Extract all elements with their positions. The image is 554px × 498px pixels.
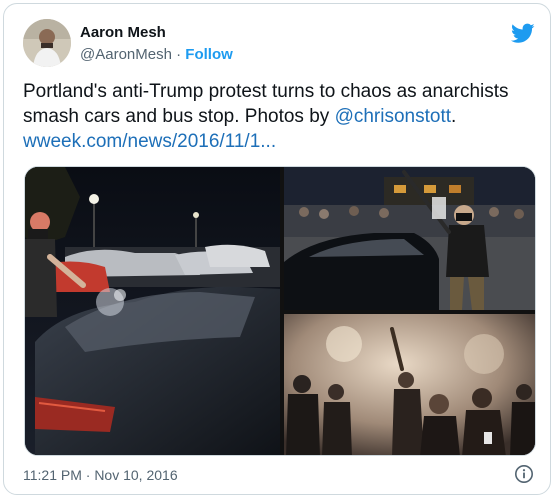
photo-car-smash[interactable] (25, 167, 280, 455)
info-icon[interactable] (514, 464, 534, 484)
avatar[interactable] (23, 19, 71, 67)
separator: · (176, 46, 182, 63)
twitter-bird-icon[interactable] (510, 21, 535, 45)
follow-button[interactable]: Follow (185, 46, 233, 63)
handle-row: @AaronMesh · Follow (80, 46, 233, 63)
tweet-text: Portland's anti-Trump protest turns to c… (23, 79, 533, 154)
photo-masked-protester[interactable] (284, 167, 535, 310)
tweet-card: Aaron Mesh @AaronMesh · Follow Portland'… (3, 3, 551, 495)
tweet-period: . (451, 106, 457, 127)
article-link[interactable]: wweek.com/news/2016/11/1... (23, 131, 276, 152)
photo-smoke-crowd[interactable] (284, 314, 535, 455)
mention-link[interactable]: @chrisonstott (335, 106, 451, 127)
tweet-timestamp[interactable]: 11:21 PM · Nov 10, 2016 (23, 467, 178, 483)
media-grid (24, 166, 536, 456)
author-handle[interactable]: @AaronMesh (80, 46, 172, 63)
author-name[interactable]: Aaron Mesh (80, 24, 166, 41)
